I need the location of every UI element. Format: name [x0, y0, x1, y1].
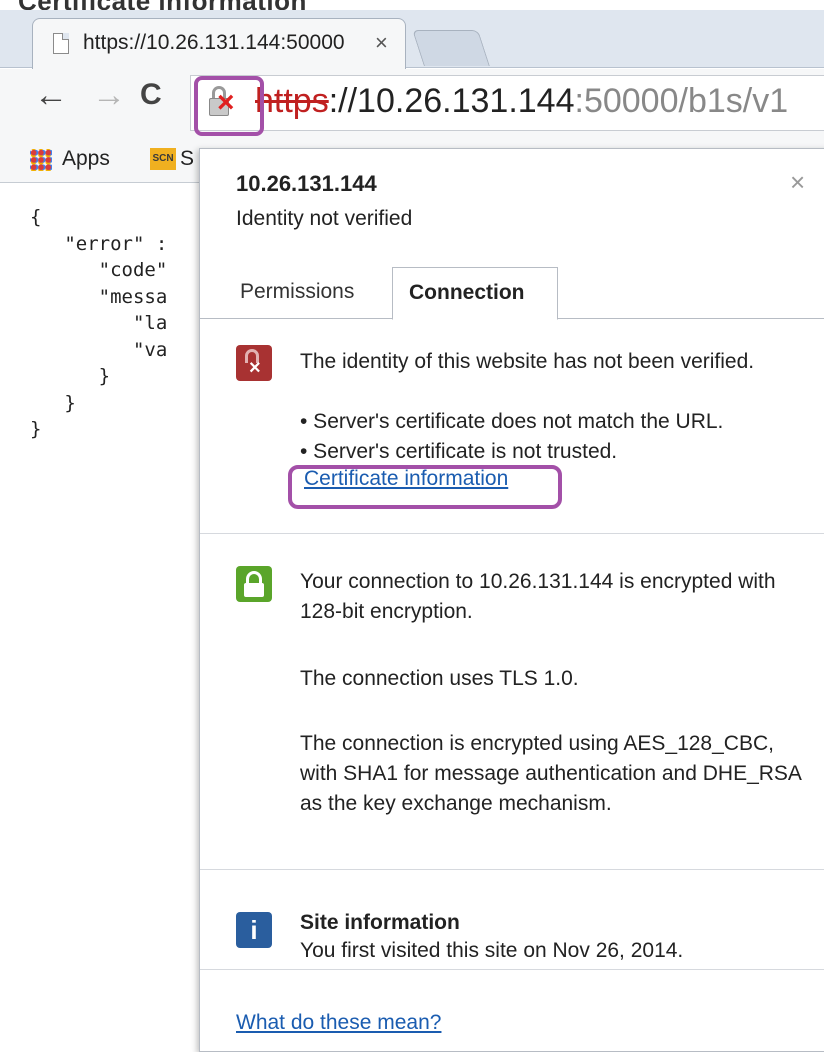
apps-bookmark[interactable]: Apps	[62, 147, 110, 171]
json-line: }	[30, 365, 111, 387]
forward-button[interactable]: →	[92, 75, 126, 115]
url-scheme: https	[255, 82, 329, 120]
divider	[200, 533, 824, 534]
identity-status: Identity not verified	[236, 207, 413, 230]
apps-grid-icon[interactable]	[30, 149, 52, 171]
cert-warning-bullet: • Server's certificate does not match th…	[300, 410, 724, 433]
encryption-message: Your connection to 10.26.131.144 is encr…	[300, 570, 776, 623]
lock-highlight-annotation	[194, 76, 264, 136]
close-icon[interactable]: ×	[790, 167, 805, 198]
lock-secure-icon	[236, 566, 272, 602]
site-info-popup: 10.26.131.144 × Identity not verified Pe…	[199, 148, 824, 1052]
reload-button[interactable]: C	[140, 75, 162, 115]
x-mark: ×	[249, 357, 261, 379]
tab-title: https://10.26.131.144:50000	[83, 31, 345, 54]
divider	[200, 969, 824, 970]
info-icon: i	[236, 912, 272, 948]
popup-host: 10.26.131.144	[236, 171, 377, 196]
json-line: "messa	[30, 285, 168, 308]
scn-bookmark[interactable]: S	[180, 147, 194, 171]
json-line: "code"	[30, 259, 168, 281]
page-icon	[53, 33, 69, 54]
json-line: "error" :	[30, 232, 168, 255]
cert-link-highlight-annotation	[288, 465, 562, 509]
new-tab-button[interactable]	[412, 30, 490, 66]
cipher-message: The connection is encrypted using AES_12…	[300, 732, 801, 815]
url-host: ://10.26.131.144	[328, 82, 575, 120]
lock-body	[244, 583, 264, 597]
toolbar: ← → C × https://10.26.131.144:50000/b1s/…	[0, 69, 824, 137]
what-do-these-mean-link[interactable]: What do these mean?	[236, 1011, 441, 1035]
browser-tab[interactable]: https://10.26.131.144:50000 ×	[32, 18, 406, 69]
tab-permissions[interactable]: Permissions	[240, 267, 354, 319]
site-info-title: Site information	[300, 911, 460, 934]
json-line: }	[30, 391, 76, 414]
json-line: {	[30, 206, 42, 228]
json-response: { "error" : "code" "messa "la "va } }}	[30, 204, 167, 443]
json-line: "va	[30, 338, 168, 361]
divider	[200, 869, 824, 870]
tab-connection[interactable]: Connection	[392, 267, 558, 320]
site-info-text: You first visited this site on Nov 26, 2…	[300, 939, 684, 962]
identity-error-icon: ×	[236, 345, 272, 381]
url-text[interactable]: https://10.26.131.144:50000/b1s/v1	[255, 82, 788, 121]
json-line: }	[30, 418, 42, 440]
address-bar[interactable]: × https://10.26.131.144:50000/b1s/v1	[190, 75, 824, 131]
popup-tabs: Permissions Connection	[200, 267, 824, 320]
identity-message: The identity of this website has not bee…	[300, 350, 755, 373]
back-button[interactable]: ←	[34, 75, 68, 115]
url-path: :50000/b1s/v1	[574, 82, 789, 120]
cert-warning-bullet: • Server's certificate is not trusted.	[300, 440, 618, 463]
tab-close-icon[interactable]: ×	[375, 30, 388, 56]
json-line: "la	[30, 312, 168, 334]
tab-strip: https://10.26.131.144:50000 ×	[0, 10, 824, 69]
tls-message: The connection uses TLS 1.0.	[300, 667, 579, 690]
scn-icon[interactable]: SCN	[150, 148, 176, 170]
